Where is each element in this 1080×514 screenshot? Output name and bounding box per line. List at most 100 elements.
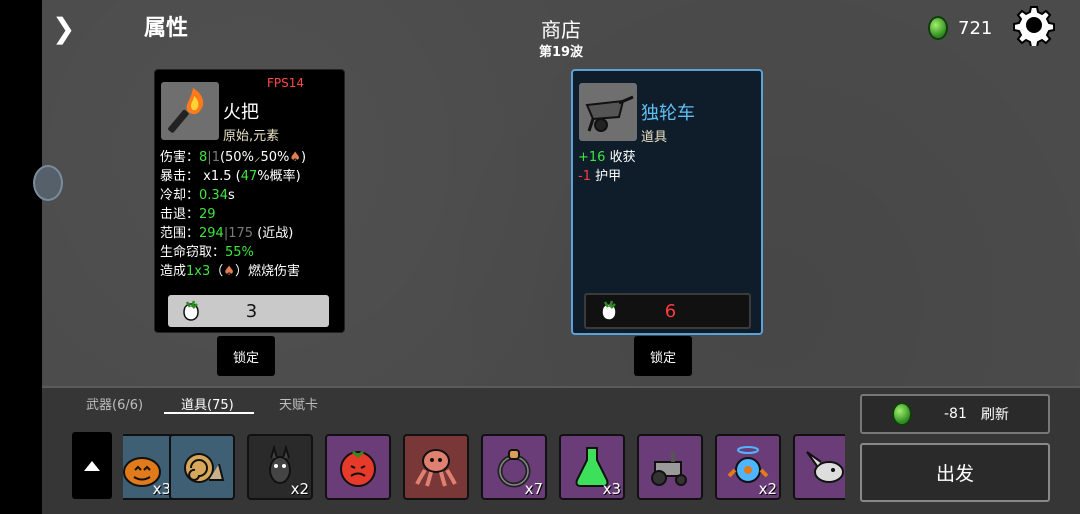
cooldown-unit: s bbox=[227, 188, 235, 203]
burn-row: 造成1x3（♠）燃烧伤害 bbox=[160, 262, 306, 281]
inventory-slot-5[interactable]: x7 bbox=[481, 434, 547, 500]
lifesteal-value: 55% bbox=[225, 245, 254, 260]
fps-counter: FPS14 bbox=[267, 76, 305, 90]
refresh-cost: -81 bbox=[944, 406, 967, 422]
crit-label: 暴击： bbox=[160, 169, 200, 184]
buy-hand-icon bbox=[601, 300, 617, 321]
inventory-slot-1[interactable] bbox=[169, 434, 235, 500]
inventory-slot-4[interactable] bbox=[403, 434, 469, 500]
slot-count: x3 bbox=[602, 480, 621, 498]
weapon-name: 火把 bbox=[223, 102, 259, 123]
burn-prefix: 造成 bbox=[160, 264, 187, 279]
armor-label: 护甲 bbox=[595, 169, 622, 184]
knockback-value: 29 bbox=[199, 207, 216, 222]
harvest-label: 收获 bbox=[609, 150, 636, 165]
crit-mult: x1.5 bbox=[203, 169, 232, 184]
shop-title: 商店 bbox=[541, 18, 581, 42]
inventory-strip: x3 x2 x7 x3 x2 x bbox=[123, 432, 845, 502]
range-label: 范围： bbox=[160, 226, 200, 241]
item-name: 独轮车 bbox=[641, 103, 695, 124]
burn-value: 1x3 bbox=[186, 264, 211, 279]
lifesteal-row: 生命窃取：55% bbox=[160, 243, 306, 262]
item-buy-button[interactable]: 6 bbox=[584, 293, 751, 329]
weapon-cost: 3 bbox=[245, 300, 258, 322]
range-type: (近战) bbox=[257, 226, 294, 241]
tab-weapons[interactable]: 武器(6/6) bbox=[86, 394, 143, 413]
wheelbarrow-thumbnail bbox=[579, 83, 637, 141]
triangle-up-icon bbox=[84, 460, 100, 471]
crit-close: %概率) bbox=[257, 169, 301, 184]
slot-count: x2 bbox=[758, 480, 777, 498]
range-base: 175 bbox=[228, 226, 254, 241]
snail-icon bbox=[184, 453, 225, 483]
weapon-buy-button[interactable]: 3 bbox=[168, 295, 329, 327]
go-button[interactable]: 出发 bbox=[860, 443, 1050, 502]
item-lock-button[interactable]: 锁定 bbox=[634, 336, 692, 376]
weapon-type: 原始,元素 bbox=[223, 129, 280, 144]
active-tab-underline bbox=[164, 412, 254, 414]
refresh-label: 刷新 bbox=[980, 407, 1009, 423]
weapon-stats: 伤害：8|1(50%⸝50%♠) 暴击： x1.5 (47%概率) 冷却：0.3… bbox=[160, 148, 306, 281]
knockback-row: 击退：29 bbox=[160, 205, 306, 224]
damage-scaling2: 50% bbox=[260, 150, 290, 165]
inventory-slot-7[interactable] bbox=[637, 434, 703, 500]
material-gem-icon bbox=[892, 402, 912, 426]
refresh-button[interactable]: -81 刷新 bbox=[860, 394, 1050, 434]
damage-label: 伤害： bbox=[160, 150, 200, 165]
elemental-flame-icon: ♠ bbox=[289, 150, 301, 165]
item-effects: +16 收获 -1 护甲 bbox=[578, 148, 636, 186]
expand-arrow-icon[interactable]: ❯ bbox=[52, 12, 75, 45]
damage-scaling: (50% bbox=[219, 150, 254, 165]
burn-suffix: ）燃烧伤害 bbox=[234, 264, 300, 279]
slot-count: x7 bbox=[524, 480, 543, 498]
inventory-slot-2[interactable]: x2 bbox=[247, 434, 313, 500]
inventory-slot-3[interactable] bbox=[325, 434, 391, 500]
knockback-label: 击退： bbox=[160, 207, 200, 222]
money-display: 721 bbox=[928, 16, 992, 40]
rabbit-icon bbox=[806, 451, 844, 483]
torch-thumbnail bbox=[161, 82, 219, 140]
range-row: 范围：294|175 (近战) bbox=[160, 224, 306, 243]
cooldown-label: 冷却： bbox=[160, 188, 200, 203]
attributes-title[interactable]: 属性 bbox=[144, 10, 188, 42]
scroll-up-button[interactable] bbox=[72, 432, 112, 499]
settings-gear-icon[interactable] bbox=[1013, 4, 1055, 46]
effect-harvest: +16 收获 bbox=[578, 148, 636, 167]
buy-hand-icon bbox=[183, 300, 199, 321]
wave-label: 第19波 bbox=[538, 45, 584, 60]
crit-row: 暴击： x1.5 (47%概率) bbox=[160, 167, 306, 186]
harvest-value: +16 bbox=[578, 150, 606, 165]
item-cost: 6 bbox=[664, 300, 677, 322]
armor-value: -1 bbox=[578, 169, 591, 184]
cooldown-row: 冷却：0.34s bbox=[160, 186, 306, 205]
item-type: 道具 bbox=[641, 130, 668, 145]
lifesteal-label: 生命窃取： bbox=[160, 245, 226, 260]
tractor-icon bbox=[651, 452, 687, 486]
item-card: 独轮车 道具 +16 收获 -1 护甲 6 bbox=[571, 69, 763, 335]
effect-armor: -1 护甲 bbox=[578, 167, 636, 186]
inventory-slot-9[interactable]: x bbox=[793, 434, 845, 500]
range-value: 294 bbox=[199, 226, 224, 241]
wheelbarrow-icon bbox=[585, 95, 634, 132]
cooldown-value: 0.34 bbox=[199, 188, 228, 203]
crit-chance: 47 bbox=[240, 169, 258, 184]
damage-row: 伤害：8|1(50%⸝50%♠) bbox=[160, 148, 306, 167]
tab-items[interactable]: 道具(75) bbox=[181, 394, 234, 413]
damage-close: ) bbox=[301, 150, 307, 165]
material-gem-icon bbox=[928, 16, 948, 40]
octopus-icon bbox=[415, 449, 457, 487]
weapon-lock-button[interactable]: 锁定 bbox=[217, 336, 275, 376]
inventory-slot-0[interactable]: x3 bbox=[123, 434, 175, 500]
torch-icon bbox=[168, 88, 204, 133]
tab-talent-cards[interactable]: 天赋卡 bbox=[279, 394, 318, 413]
weapon-card: FPS14 火把 原始,元素 伤害：8|1(50%⸝50%♠) 暴击： x1.5… bbox=[154, 69, 345, 333]
slot-count: x2 bbox=[290, 480, 309, 498]
tomato-icon bbox=[340, 450, 376, 487]
inventory-slot-6[interactable]: x3 bbox=[559, 434, 625, 500]
damage-base: 1 bbox=[211, 150, 220, 165]
inventory-slot-8[interactable]: x2 bbox=[715, 434, 781, 500]
burn-open: （ bbox=[210, 264, 224, 279]
money-amount: 721 bbox=[958, 17, 993, 39]
side-badge-icon[interactable] bbox=[33, 165, 63, 201]
burn-flame-icon: ♠ bbox=[223, 264, 235, 279]
